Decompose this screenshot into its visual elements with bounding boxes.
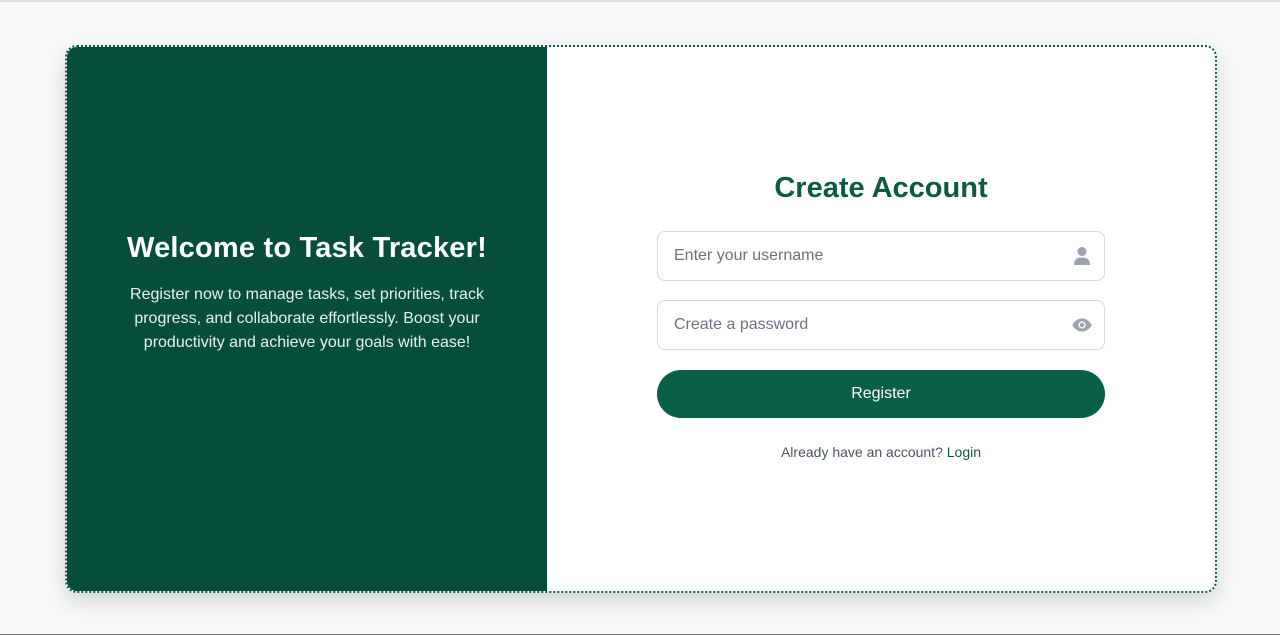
username-field (657, 231, 1105, 281)
welcome-title: Welcome to Task Tracker! (127, 231, 487, 264)
form-title: Create Account (774, 172, 988, 204)
page: Welcome to Task Tracker! Register now to… (0, 0, 1280, 635)
register-card: Welcome to Task Tracker! Register now to… (65, 45, 1217, 593)
welcome-description: Register now to manage tasks, set priori… (130, 285, 484, 351)
login-link[interactable]: Login (947, 444, 981, 460)
login-prompt-line: Already have an account? Login (781, 444, 981, 460)
password-field (657, 300, 1105, 350)
eye-icon[interactable] (1072, 315, 1092, 335)
username-input[interactable] (658, 232, 1104, 280)
user-icon (1072, 246, 1092, 266)
welcome-panel: Welcome to Task Tracker! Register now to… (67, 47, 547, 591)
register-form: Create Account Enter your username Regis… (657, 172, 1105, 460)
register-button[interactable]: Register (657, 370, 1105, 418)
form-panel: Create Account Enter your username Regis… (547, 47, 1215, 591)
password-input[interactable] (658, 301, 1104, 349)
login-prompt: Already have an account? (780, 444, 943, 460)
